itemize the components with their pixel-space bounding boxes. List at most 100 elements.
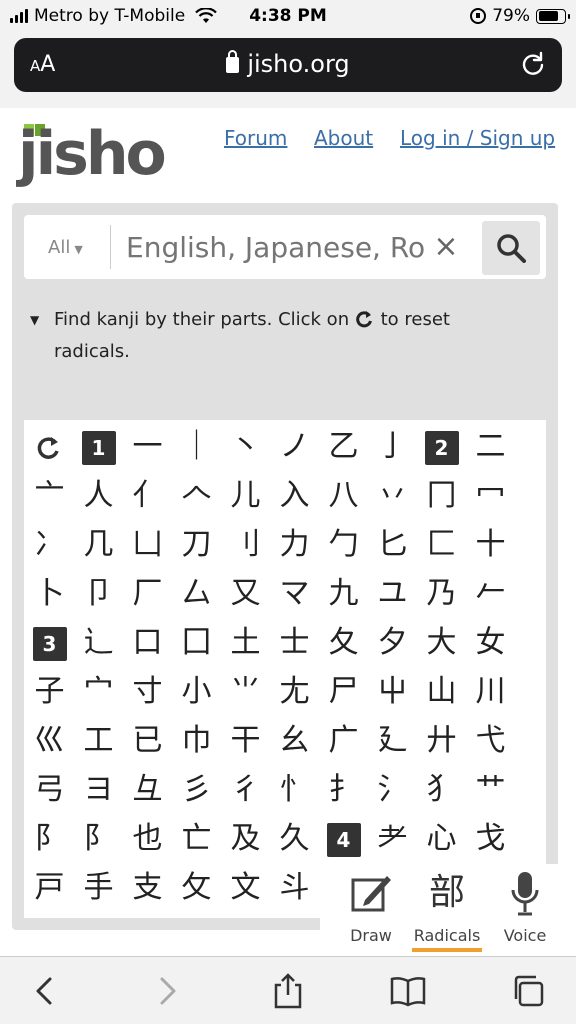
radical-button[interactable]: 氵 — [368, 765, 417, 814]
bookmarks-icon[interactable] — [388, 971, 428, 1011]
radical-button[interactable]: 几 — [74, 520, 123, 569]
radical-button[interactable]: 又 — [221, 569, 270, 618]
tabs-icon[interactable] — [508, 971, 548, 1011]
radical-button[interactable]: 亡 — [172, 814, 221, 863]
radical-button[interactable]: 艹 — [466, 765, 515, 814]
radical-button[interactable]: 子 — [25, 667, 74, 716]
search-input[interactable] — [126, 227, 426, 267]
radical-button[interactable]: ノ — [270, 422, 319, 471]
radical-button[interactable]: 尢 — [270, 667, 319, 716]
nav-login-link[interactable]: Log in / Sign up — [400, 126, 555, 150]
radical-button[interactable]: ⺌ — [221, 667, 270, 716]
radical-button[interactable]: 二 — [466, 422, 515, 471]
radical-button[interactable]: 冫 — [25, 520, 74, 569]
radicals-button[interactable]: 部 Radicals — [412, 864, 482, 952]
radical-button[interactable]: 川 — [466, 667, 515, 716]
radical-button[interactable]: 卩 — [74, 569, 123, 618]
radical-button[interactable]: 亅 — [368, 422, 417, 471]
site-logo[interactable]: jisho — [18, 124, 167, 184]
radical-button[interactable]: 一 — [123, 422, 172, 471]
back-icon[interactable] — [26, 971, 66, 1011]
radical-button[interactable]: 囗 — [172, 618, 221, 667]
radical-button[interactable]: 手 — [74, 863, 123, 912]
radical-button[interactable]: 力 — [270, 520, 319, 569]
radical-button[interactable]: 士 — [270, 618, 319, 667]
radical-button[interactable]: 人 — [74, 471, 123, 520]
radical-button[interactable]: 𠆢 — [172, 471, 221, 520]
clear-icon[interactable]: × — [430, 229, 462, 264]
radical-button[interactable]: 乃 — [417, 569, 466, 618]
radical-button[interactable]: 也 — [123, 814, 172, 863]
radical-button[interactable]: 乙 — [319, 422, 368, 471]
radical-button[interactable]: 犭 — [417, 765, 466, 814]
radical-button[interactable]: 凵 — [123, 520, 172, 569]
radical-button[interactable]: 弋 — [466, 716, 515, 765]
radical-button[interactable]: 口 — [123, 618, 172, 667]
radical-button[interactable]: 扌 — [319, 765, 368, 814]
filter-dropdown[interactable]: All ▼ — [48, 237, 83, 258]
radical-button[interactable]: 𠂉 — [466, 569, 515, 618]
radical-button[interactable]: ｜ — [172, 422, 221, 471]
reset-radicals-icon[interactable] — [25, 422, 74, 471]
radical-button[interactable]: 亻 — [123, 471, 172, 520]
radical-button[interactable]: マ — [270, 569, 319, 618]
forward-icon[interactable] — [146, 971, 186, 1011]
radical-button[interactable]: ⺹ — [368, 814, 417, 863]
radical-button[interactable]: 冂 — [417, 471, 466, 520]
radical-button[interactable]: 大 — [417, 618, 466, 667]
radical-button[interactable]: 廾 — [417, 716, 466, 765]
radical-button[interactable]: 厂 — [123, 569, 172, 618]
share-icon[interactable] — [268, 971, 308, 1011]
radical-button[interactable]: 弓 — [25, 765, 74, 814]
radical-button[interactable]: 刂 — [221, 520, 270, 569]
radical-button[interactable]: 支 — [123, 863, 172, 912]
radical-button[interactable]: 攵 — [172, 863, 221, 912]
radical-button[interactable]: ヨ — [74, 765, 123, 814]
radical-button[interactable]: 土 — [221, 618, 270, 667]
radical-button[interactable]: 冖 — [466, 471, 515, 520]
radical-button[interactable]: 女 — [466, 618, 515, 667]
radical-button[interactable]: ⻌ — [74, 618, 123, 667]
radical-button[interactable]: 丶 — [221, 422, 270, 471]
radical-button[interactable]: 阝 — [74, 814, 123, 863]
radical-button[interactable]: 戈 — [466, 814, 515, 863]
radical-button[interactable]: 匚 — [417, 520, 466, 569]
url-field[interactable]: jisho.org — [14, 50, 562, 78]
radical-button[interactable]: 宀 — [74, 667, 123, 716]
nav-about-link[interactable]: About — [314, 126, 373, 150]
radical-button[interactable]: 山 — [417, 667, 466, 716]
radical-button[interactable]: 忄 — [270, 765, 319, 814]
radical-button[interactable]: 卜 — [25, 569, 74, 618]
radical-button[interactable]: 阝 — [25, 814, 74, 863]
radical-button[interactable]: 亠 — [25, 471, 74, 520]
address-bar[interactable]: AA jisho.org — [14, 38, 562, 92]
radical-button[interactable]: 九 — [319, 569, 368, 618]
radical-button[interactable]: 厶 — [172, 569, 221, 618]
radical-button[interactable]: 斗 — [270, 863, 319, 912]
radical-button[interactable]: 屮 — [368, 667, 417, 716]
radical-button[interactable]: 心 — [417, 814, 466, 863]
radical-button[interactable]: 匕 — [368, 520, 417, 569]
radical-button[interactable]: 文 — [221, 863, 270, 912]
radical-button[interactable]: 工 — [74, 716, 123, 765]
radical-button[interactable]: 儿 — [221, 471, 270, 520]
radical-button[interactable]: 入 — [270, 471, 319, 520]
radical-button[interactable]: ユ — [368, 569, 417, 618]
radical-button[interactable]: 幺 — [270, 716, 319, 765]
radical-button[interactable]: 彡 — [172, 765, 221, 814]
search-button[interactable] — [482, 221, 540, 275]
radical-button[interactable]: 寸 — [123, 667, 172, 716]
radical-button[interactable]: 干 — [221, 716, 270, 765]
radical-button[interactable]: 丷 — [368, 471, 417, 520]
radical-button[interactable]: 巾 — [172, 716, 221, 765]
radical-button[interactable]: 勹 — [319, 520, 368, 569]
radical-button[interactable]: 夂 — [319, 618, 368, 667]
radical-button[interactable]: 广 — [319, 716, 368, 765]
draw-button[interactable]: Draw — [340, 864, 402, 952]
radical-button[interactable]: 刀 — [172, 520, 221, 569]
radical-button[interactable]: 戸 — [25, 863, 74, 912]
voice-button[interactable]: Voice — [494, 864, 556, 952]
radical-button[interactable]: 廴 — [368, 716, 417, 765]
reload-icon[interactable] — [520, 51, 546, 77]
radical-button[interactable]: 八 — [319, 471, 368, 520]
